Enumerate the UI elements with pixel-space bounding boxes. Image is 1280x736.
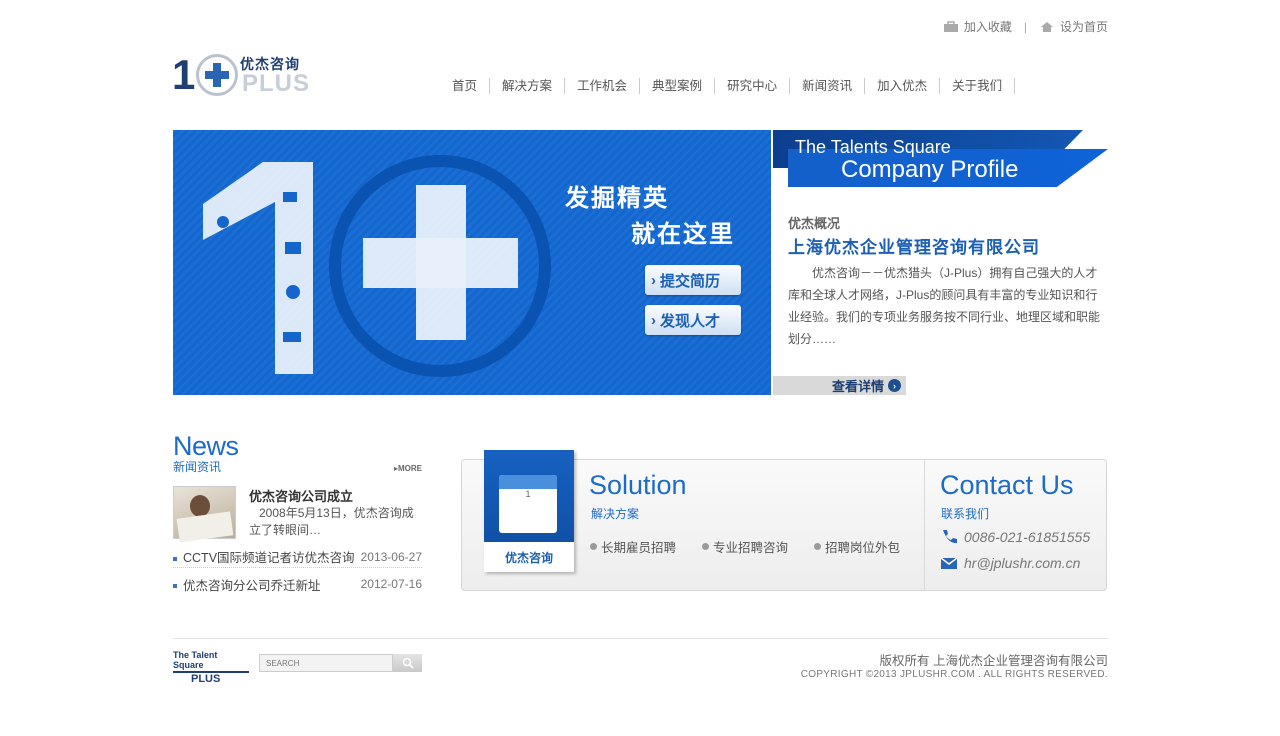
solution-item[interactable]: 专业招聘咨询	[702, 537, 788, 556]
featured-news-title: 优杰咨询公司成立	[249, 489, 354, 504]
calendar-day: 1	[525, 489, 531, 499]
nav-item-cases[interactable]: 典型案例	[640, 78, 716, 94]
nav-item-research[interactable]: 研究中心	[715, 78, 791, 94]
dot-icon	[590, 543, 597, 550]
nav-item-jobs[interactable]: 工作机会	[565, 78, 641, 94]
envelope-icon	[940, 557, 958, 569]
solution-list: 长期雇员招聘 专业招聘咨询 招聘岗位外包	[590, 537, 900, 556]
logo-en: PLUS	[242, 70, 311, 97]
arrow-right-icon: ›	[888, 379, 901, 392]
homepage-label: 设为首页	[1059, 20, 1108, 34]
find-talent-button[interactable]: › 发现人才	[645, 305, 741, 335]
briefcase-icon	[943, 20, 958, 32]
search-icon	[402, 657, 414, 669]
panel-divider	[924, 460, 925, 590]
bookmark-link[interactable]: 加入收藏	[943, 18, 1012, 35]
footer-logo-top: The Talent Square	[173, 650, 249, 673]
contact-phone: 0086-021-61851555	[940, 528, 1090, 546]
footer-divider	[173, 638, 1108, 639]
email-address: hr@jplushr.com.cn	[964, 555, 1081, 571]
phone-number: 0086-021-61851555	[964, 529, 1091, 545]
dot-icon	[702, 543, 710, 550]
solution-title-cn: 解决方案	[591, 507, 640, 521]
bookmark-label: 加入收藏	[963, 20, 1012, 34]
divider: |	[1023, 19, 1027, 34]
solution-title-en: Solution	[589, 470, 687, 500]
contact-title-cn: 联系我们	[941, 507, 990, 521]
main-nav: 首页 解决方案 工作机会 典型案例 研究中心 新闻资讯 加入优杰 关于我们	[440, 78, 1016, 94]
news-more-label: MORE	[398, 464, 422, 473]
banner-cross-horizontal	[363, 238, 518, 288]
search-box	[259, 654, 422, 672]
solution-item-label: 长期雇员招聘	[601, 541, 677, 555]
calendar-graphic: 1 优杰咨询	[484, 450, 574, 572]
bullet-icon	[173, 556, 177, 561]
profile-subtitle: 优杰概况	[788, 216, 841, 231]
news-title-cn: 新闻资讯	[173, 460, 222, 474]
photo-newspaper	[176, 511, 234, 543]
featured-news[interactable]: 优杰咨询公司成立 2008年5月13日，优杰咨询成立了转眼间…	[173, 486, 422, 543]
banner-slogan-1: 发掘精英	[565, 185, 669, 212]
search-button[interactable]	[393, 654, 422, 672]
chevron-right-icon: ›	[651, 311, 656, 329]
profile-title-1: The Talents Square	[795, 137, 951, 157]
profile-description: 优杰咨询－－优杰猎头（J-Plus）拥有自己强大的人才库和全球人才网络，J-Pl…	[788, 266, 1101, 346]
solution-item-label: 专业招聘咨询	[713, 541, 789, 555]
news-list-item[interactable]: 优杰咨询分公司乔迁新址 2012-07-16	[173, 573, 422, 595]
solution-item-label: 招聘岗位外包	[825, 541, 901, 555]
news-more-link[interactable]: ▸MORE	[394, 464, 422, 473]
solution-badge: 优杰咨询	[484, 542, 574, 572]
find-talent-label: 发现人才	[660, 312, 721, 330]
banner-slogan-2: 就在这里	[631, 221, 735, 248]
logo[interactable]: 1 优杰咨询 PLUS	[172, 52, 312, 100]
icon-collage-numeral	[203, 162, 313, 374]
profile-title-2: Company Profile	[841, 156, 1019, 183]
view-details-label: 查看详情	[831, 379, 884, 394]
hero-banner: 发掘精英 就在这里 › 提交简历 › 发现人才	[173, 130, 771, 395]
copyright-cn: 版权所有 上海优杰企业管理咨询有限公司	[879, 654, 1108, 668]
copyright-en: COPYRIGHT ©2013 JPLUSHR.COM . ALL RIGHTS…	[800, 669, 1108, 680]
company-profile: The Talents Square Company Profile 优杰概况 …	[773, 130, 1108, 395]
news-item-date: 2013-06-27	[360, 549, 422, 564]
search-input[interactable]	[259, 654, 393, 672]
news-item-title: 优杰咨询分公司乔迁新址	[183, 578, 321, 593]
solution-item[interactable]: 招聘岗位外包	[814, 537, 900, 556]
chevron-right-icon: ›	[651, 271, 656, 289]
contact-title-en: Contact Us	[940, 470, 1074, 500]
nav-item-join[interactable]: 加入优杰	[865, 78, 941, 94]
nav-item-home[interactable]: 首页	[440, 78, 491, 94]
company-name: 上海优杰企业管理咨询有限公司	[788, 238, 1040, 257]
home-icon	[1040, 21, 1053, 32]
featured-news-text: 2008年5月13日，优杰咨询成立了转眼间…	[249, 506, 414, 537]
submit-resume-label: 提交简历	[660, 272, 721, 290]
news-item-title: CCTV国际频道记者访优杰咨询	[183, 551, 355, 565]
footer-logo[interactable]: The Talent Square PLUS	[173, 650, 249, 685]
logo-plus-v	[213, 63, 221, 87]
nav-item-about[interactable]: 关于我们	[940, 78, 1016, 94]
bullet-icon	[173, 584, 177, 589]
top-links: 加入收藏 | 设为首页	[943, 18, 1108, 35]
solution-item[interactable]: 长期雇员招聘	[590, 537, 676, 556]
news-photo	[173, 486, 236, 543]
calendar-header	[499, 475, 557, 489]
homepage-link[interactable]: 设为首页	[1039, 18, 1108, 35]
submit-resume-button[interactable]: › 提交简历	[645, 265, 741, 295]
footer-logo-bottom: PLUS	[191, 673, 221, 685]
news-title-en: News	[173, 431, 239, 461]
nav-item-solutions[interactable]: 解决方案	[490, 78, 566, 94]
dot-icon	[814, 543, 822, 550]
news-section: News 新闻资讯 ▸MORE 优杰咨询公司成立 2008年5月13日，优杰咨询…	[173, 431, 422, 593]
news-item-date: 2012-07-16	[360, 577, 422, 591]
logo-numeral: 1	[172, 51, 196, 98]
nav-item-news[interactable]: 新闻资讯	[790, 78, 866, 94]
page: 加入收藏 | 设为首页 1 优杰咨询 PLUS 首页 解决方案 工作机会 典型案…	[0, 0, 1280, 736]
view-details-button[interactable]: 查看详情 ›	[773, 376, 906, 395]
phone-icon	[943, 530, 957, 544]
news-list-item[interactable]: CCTV国际频道记者访优杰咨询 2013-06-27	[173, 546, 422, 568]
contact-email[interactable]: hr@jplushr.com.cn	[940, 555, 1080, 571]
